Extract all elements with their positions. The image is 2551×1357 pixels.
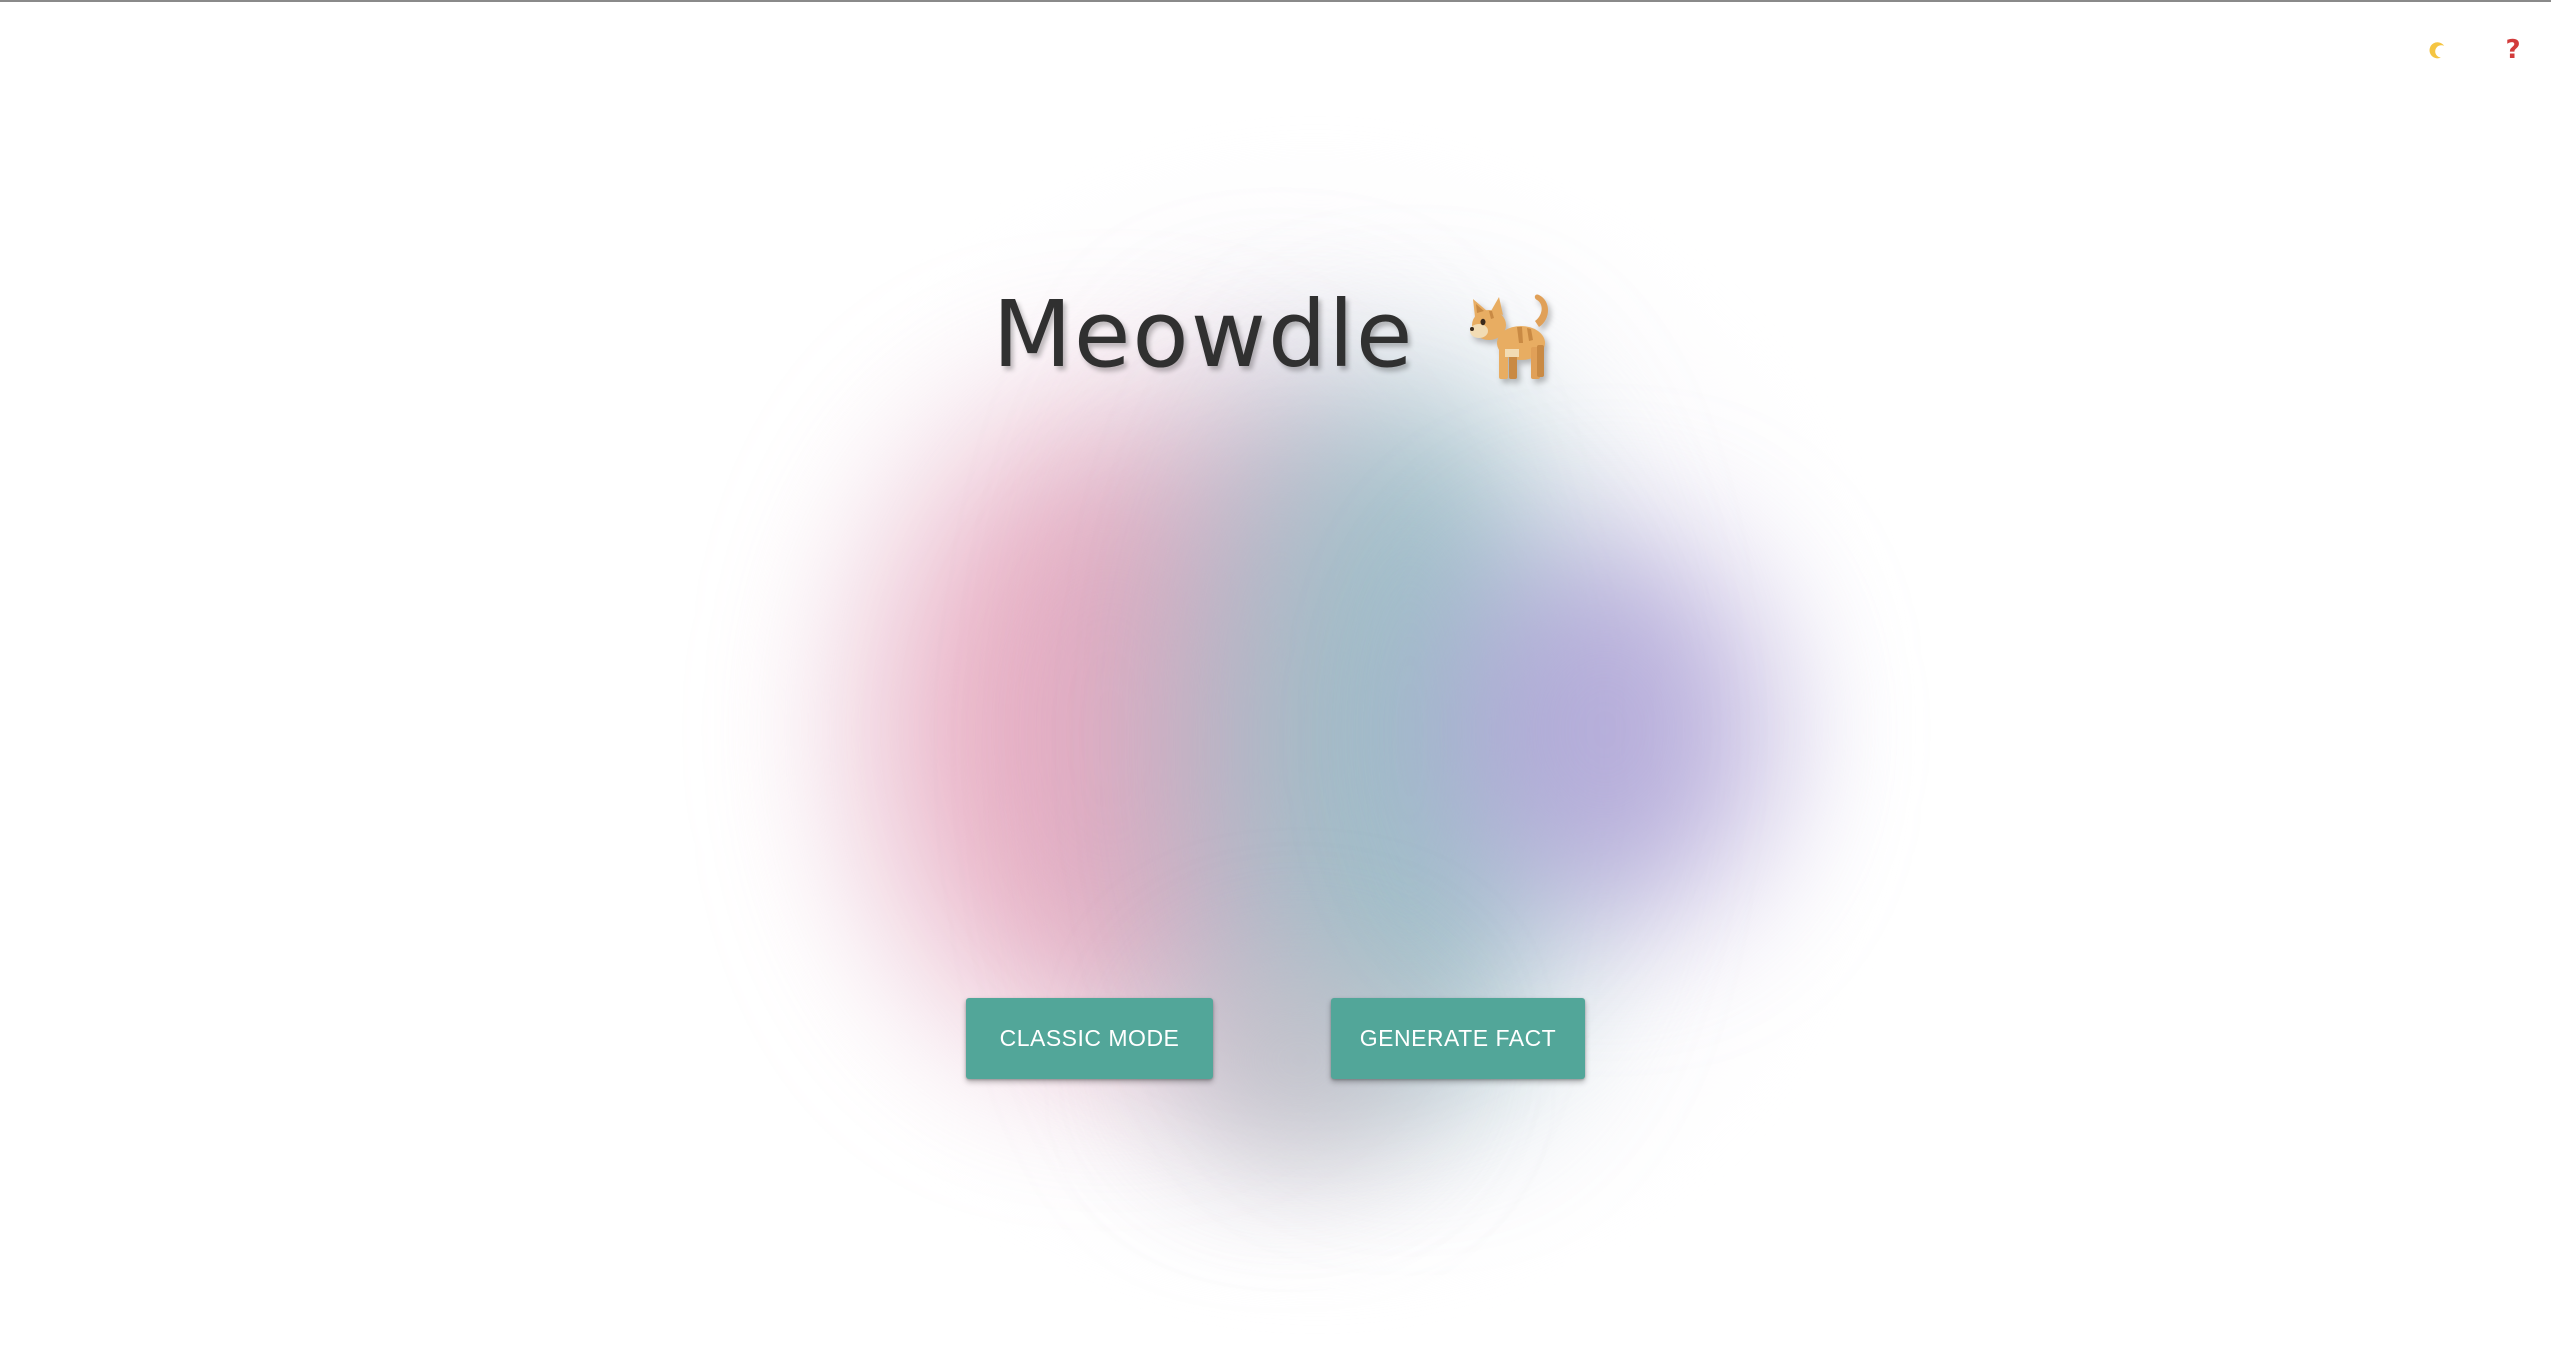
dark-mode-toggle[interactable] — [2419, 32, 2455, 68]
crescent-moon-icon — [2429, 42, 2445, 59]
generate-fact-button[interactable]: GENERATE FACT — [1331, 998, 1585, 1079]
background-blob-purple — [1440, 540, 1770, 920]
page-title: Meowdle — [992, 281, 1415, 388]
page: ? Meowdle CLASSIC MODE GENERATE FACT — [0, 0, 2551, 1357]
cat-icon — [1469, 294, 1548, 379]
action-buttons: CLASSIC MODE GENERATE FACT — [0, 998, 2551, 1079]
help-button[interactable]: ? — [2495, 32, 2531, 68]
question-mark-icon: ? — [2505, 35, 2521, 65]
title-row: Meowdle — [0, 285, 2551, 385]
window-top-border — [0, 0, 2551, 2]
classic-mode-button[interactable]: CLASSIC MODE — [966, 998, 1213, 1079]
top-controls: ? — [2419, 32, 2531, 68]
